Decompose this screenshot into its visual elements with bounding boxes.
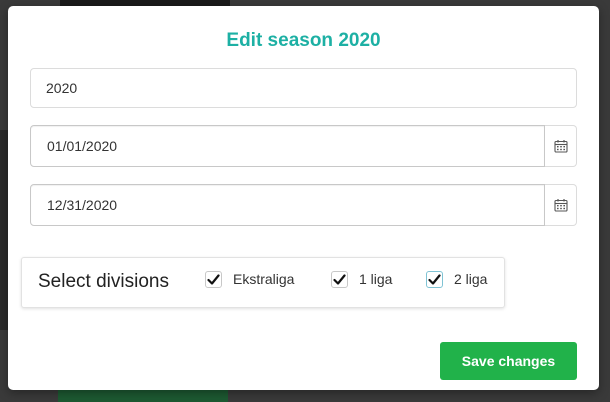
start-date-row [30,125,577,167]
start-date-input[interactable] [30,125,545,167]
end-date-input[interactable] [30,184,545,226]
season-name-input[interactable] [30,68,577,108]
start-date-calendar-button[interactable] [545,125,577,167]
division-2-liga-label: 2 liga [454,271,488,287]
edit-season-modal: Edit season 2020 2020 01/01/2020 12/31/2… [8,6,599,390]
checkmark-icon [333,273,346,285]
end-date-calendar-button[interactable] [545,184,577,226]
end-date-row [30,184,577,226]
division-ekstraliga-label: Ekstraliga [233,271,295,287]
division-2-liga[interactable]: 2 liga [426,269,487,289]
division-1-liga[interactable]: 1 liga [331,269,392,289]
checkmark-icon [207,273,220,285]
calendar-icon [553,140,568,153]
background-button [58,390,228,402]
division-1-liga-checkbox[interactable] [331,270,348,288]
division-ekstraliga[interactable]: Ekstraliga [205,269,294,289]
divisions-title: Select divisions [38,271,169,292]
divisions-panel: Select divisions Ekstraliga 1 liga 2 lig… [21,257,505,308]
calendar-icon [553,199,568,212]
division-ekstraliga-checkbox[interactable] [205,270,222,288]
save-changes-button[interactable]: Save changes [440,342,577,380]
background-panel [0,130,8,330]
checkmark-icon [428,273,441,285]
division-2-liga-checkbox[interactable] [426,270,443,288]
season-name-row [30,68,577,108]
modal-title: Edit season 2020 [226,30,381,51]
division-1-liga-label: 1 liga [359,271,393,287]
